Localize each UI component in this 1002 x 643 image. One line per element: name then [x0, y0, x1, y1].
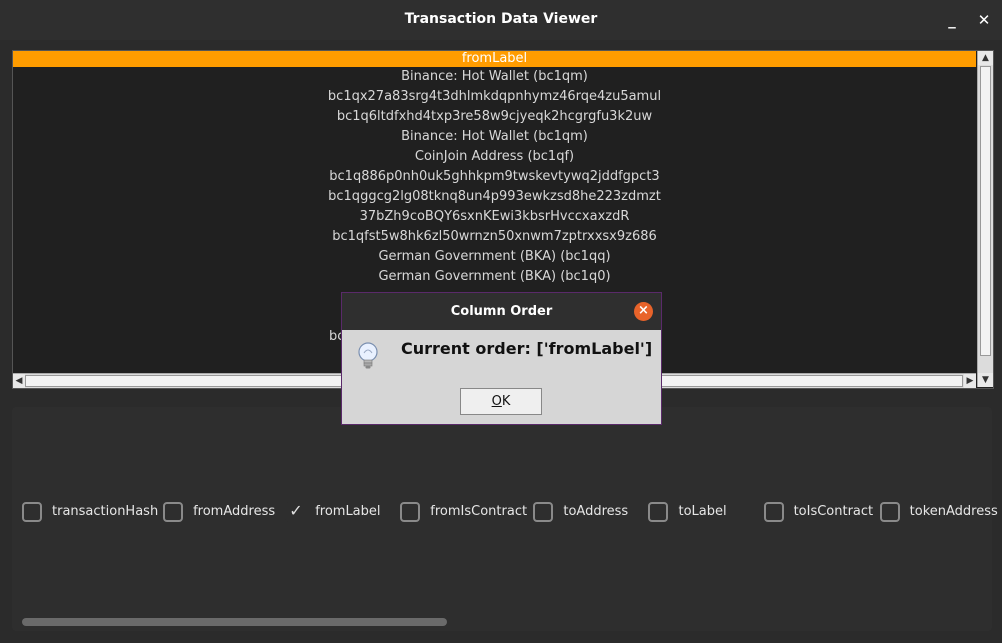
vertical-scroll-thumb[interactable] [980, 66, 991, 356]
vertical-scrollbar[interactable]: ▲ ▼ [977, 51, 993, 387]
window-title: Transaction Data Viewer [404, 11, 598, 27]
scroll-left-icon[interactable]: ◀ [13, 374, 25, 388]
table-row[interactable]: CoinJoin Address (bc1qf) [13, 147, 976, 167]
checkbox-tolabel[interactable]: toLabel [648, 502, 758, 526]
scroll-down-icon[interactable]: ▼ [978, 373, 993, 387]
checkbox-box[interactable] [163, 502, 184, 522]
scroll-up-icon[interactable]: ▲ [978, 51, 993, 65]
checkbox-label: toIsContract [793, 504, 874, 519]
ok-mnemonic: O [491, 394, 502, 409]
checkbox-label: tokenAddress [909, 504, 998, 519]
checkbox-transactionhash[interactable]: transactionHash [22, 502, 158, 526]
checkmark-icon: ✓ [289, 501, 303, 520]
ok-button[interactable]: OK [460, 388, 542, 415]
scroll-right-icon[interactable]: ▶ [964, 374, 976, 388]
table-row[interactable]: bc1q886p0nh0uk5ghhkpm9twskevtywq2jddfgpc… [13, 167, 976, 187]
table-row[interactable]: Binance: Hot Wallet (bc1qm) [13, 127, 976, 147]
checkbox-fromlabel[interactable]: ✓ fromLabel [285, 501, 395, 526]
table-row[interactable]: bc1qggcg2lg08tknq8un4p993ewkzsd8he223zdm… [13, 187, 976, 207]
ok-label-rest: K [501, 394, 511, 409]
panel-horizontal-scrollbar[interactable] [22, 618, 447, 626]
table-header-fromlabel[interactable]: fromLabel [13, 51, 976, 67]
checkbox-toaddress[interactable]: toAddress [533, 502, 643, 526]
checkbox-box[interactable] [22, 502, 42, 522]
checkbox-box[interactable] [400, 502, 421, 522]
title-bar: Transaction Data Viewer _ ✕ [0, 0, 1002, 40]
table-row[interactable]: bc1qfst5w8hk6zl50wrnzn50xnwm7zptrxxsx9z6… [13, 227, 976, 247]
column-checkbox-list: transactionHash fromAddress ✓ fromLabel … [22, 501, 1002, 526]
checkbox-box[interactable] [533, 502, 554, 522]
table-row[interactable]: bc1qx27a83srg4t3dhlmkdqpnhymz46rqe4zu5am… [13, 87, 976, 107]
lightbulb-icon [356, 341, 380, 371]
table-row[interactable]: bc1q6ltdfxhd4txp3re58w9cjyeqk2hcgrgfu3k2… [13, 107, 976, 127]
checkbox-box[interactable] [648, 502, 669, 522]
checkbox-label: toLabel [678, 504, 727, 519]
checkbox-box[interactable] [879, 502, 900, 522]
checkbox-label: fromIsContract [430, 504, 528, 519]
checkbox-fromiscontract[interactable]: fromIsContract [400, 502, 528, 526]
table-row[interactable]: 37bZh9coBQY6sxnKEwi3kbsrHvccxaxzdR [13, 207, 976, 227]
table-row[interactable]: German Government (BKA) (bc1qq) [13, 247, 976, 267]
checkbox-label: fromAddress [193, 504, 276, 519]
checkbox-toiscontract[interactable]: toIsContract [763, 502, 875, 526]
checkbox-fromaddress[interactable]: fromAddress [163, 502, 280, 526]
table-row[interactable]: Binance: Hot Wallet (bc1qm) [13, 67, 976, 87]
checkbox-label: fromLabel [315, 504, 381, 519]
table-row[interactable]: German Government (BKA) (bc1q0) [13, 267, 976, 287]
dialog-message: Current order: ['fromLabel'] [401, 339, 653, 358]
close-button[interactable]: ✕ [972, 8, 996, 32]
column-order-dialog: Column Order × Current order: ['fromLabe… [341, 292, 662, 425]
dialog-title: Column Order [342, 293, 661, 330]
column-selector-panel: transactionHash fromAddress ✓ fromLabel … [12, 407, 998, 631]
dialog-close-icon[interactable]: × [634, 302, 653, 321]
checkbox-box[interactable] [763, 502, 784, 522]
checkbox-label: transactionHash [52, 504, 159, 519]
checkbox-label: toAddress [563, 504, 629, 519]
minimize-button[interactable]: _ [940, 8, 964, 32]
checkbox-tokenaddress[interactable]: tokenAddress [879, 502, 1000, 526]
